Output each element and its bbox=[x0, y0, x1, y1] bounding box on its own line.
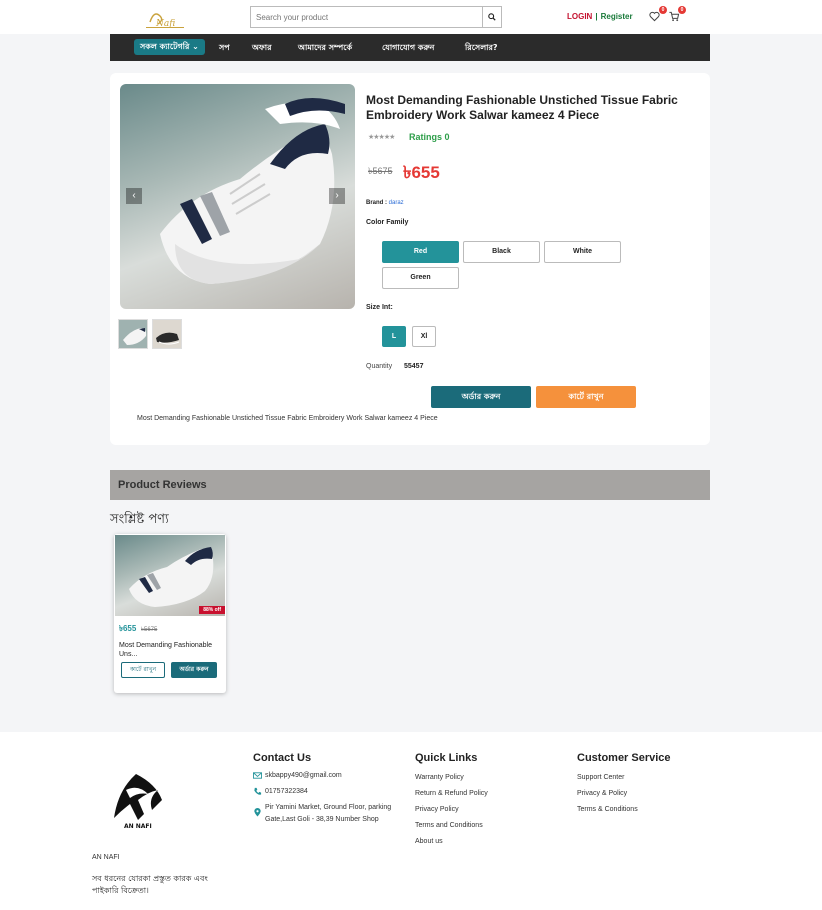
footer-link-warranty[interactable]: Warranty Policy bbox=[415, 770, 565, 786]
cart-button[interactable]: 0 bbox=[668, 6, 686, 23]
product-description: Most Demanding Fashionable Unstiched Tis… bbox=[137, 415, 438, 422]
nav-item-contact[interactable]: যোগাযোগ করুন bbox=[382, 42, 434, 55]
color-option-black[interactable]: Black bbox=[463, 241, 540, 263]
sneaker-image bbox=[160, 98, 345, 284]
contact-column: Contact Us skbappy490@gmail.com 01757322… bbox=[253, 752, 403, 830]
svg-text:AN NAFI: AN NAFI bbox=[124, 823, 152, 830]
brand-label: Brand : bbox=[366, 200, 387, 206]
search-icon bbox=[488, 13, 496, 21]
original-price: ৳5675 bbox=[368, 166, 393, 176]
size-option-xl[interactable]: Xl bbox=[412, 326, 436, 347]
image-prev-button[interactable]: ‹ bbox=[126, 188, 142, 204]
register-link[interactable]: Register bbox=[601, 12, 633, 21]
footer-brand-name: AN NAFI bbox=[92, 854, 120, 861]
product-title: Most Demanding Fashionable Unstiched Tis… bbox=[366, 93, 678, 122]
nav-item-about[interactable]: আমাদের সম্পর্কে bbox=[298, 42, 352, 55]
related-products-heading: সংশ্লিষ্ট পণ্য bbox=[110, 512, 169, 527]
related-sale-price: ৳655 bbox=[119, 624, 137, 633]
color-family-label: Color Family bbox=[366, 219, 409, 226]
wishlist-count-badge: 0 bbox=[659, 6, 667, 14]
brand-link[interactable]: daraz bbox=[389, 200, 404, 206]
rating-stars-icon: ★★★★★ bbox=[368, 134, 395, 141]
footer-link-privacy-policy[interactable]: Privacy & Policy bbox=[577, 786, 727, 802]
product-reviews-section: Product Reviews bbox=[110, 470, 710, 500]
footer-link-terms-conditions[interactable]: Terms & Conditions bbox=[577, 802, 727, 818]
chevron-left-icon: ‹ bbox=[132, 190, 136, 201]
contact-phone-text: 01757322384 bbox=[265, 788, 308, 795]
ratings-count: Ratings 0 bbox=[409, 132, 450, 142]
size-label: Size Int: bbox=[366, 304, 393, 311]
quantity-value: 55457 bbox=[404, 363, 424, 370]
sneaker-image bbox=[129, 547, 214, 607]
main-navigation: সকল ক্যাটেগরি ⌄ সপ অফার আমাদের সম্পর্কে … bbox=[110, 34, 710, 61]
product-main-image: ‹ › bbox=[120, 84, 355, 309]
related-order-button[interactable]: অর্ডার করুন bbox=[171, 662, 217, 678]
wishlist-button[interactable]: 0 bbox=[649, 6, 667, 23]
heart-icon bbox=[649, 11, 660, 22]
footer-link-privacy[interactable]: Privacy Policy bbox=[415, 802, 565, 818]
search-bar bbox=[250, 6, 502, 28]
nav-item-shop[interactable]: সপ bbox=[219, 42, 230, 55]
related-product-card[interactable]: 88% off ৳655 ৳5675 Most Demanding Fashio… bbox=[114, 534, 226, 693]
quantity-label: Quantity bbox=[366, 363, 393, 370]
customer-service-heading: Customer Service bbox=[577, 752, 671, 764]
color-option-green[interactable]: Green bbox=[382, 267, 459, 289]
phone-icon bbox=[254, 787, 262, 795]
nav-item-reseller[interactable]: রিসেলার? bbox=[465, 42, 498, 55]
related-product-name[interactable]: Most Demanding Fashionable Uns... bbox=[119, 641, 219, 659]
site-logo[interactable]: Nafi bbox=[140, 6, 190, 30]
discount-badge: 88% off bbox=[199, 606, 225, 614]
contact-email-text: skbappy490@gmail.com bbox=[265, 772, 342, 779]
site-footer: AN NAFI AN NAFI সব ধরনের যোরকা প্রস্তুত … bbox=[0, 732, 822, 910]
customer-service-column: Customer Service Support Center Privacy … bbox=[577, 752, 727, 818]
contact-heading: Contact Us bbox=[253, 752, 312, 764]
all-categories-label: সকল ক্যাটেগরি bbox=[140, 42, 190, 51]
quick-links-column: Quick Links Warranty Policy Return & Ref… bbox=[415, 752, 565, 850]
login-link[interactable]: LOGIN bbox=[567, 12, 592, 21]
map-pin-icon bbox=[254, 808, 261, 817]
auth-links: LOGIN | Register bbox=[567, 12, 633, 21]
color-option-white[interactable]: White bbox=[544, 241, 621, 263]
order-now-button[interactable]: অর্ডার করুন bbox=[431, 386, 531, 408]
footer-link-return-refund[interactable]: Return & Refund Policy bbox=[415, 786, 565, 802]
sneaker-thumbnail-dark bbox=[153, 320, 181, 348]
chevron-right-icon: › bbox=[335, 190, 339, 201]
cart-count-badge: 0 bbox=[678, 6, 686, 14]
contact-email[interactable]: skbappy490@gmail.com bbox=[253, 770, 403, 782]
envelope-icon bbox=[253, 772, 262, 779]
sale-price: ৳655 bbox=[403, 163, 440, 182]
sneaker-thumbnail bbox=[119, 320, 147, 348]
related-product-image[interactable]: 88% off bbox=[115, 535, 225, 616]
size-option-l[interactable]: L bbox=[382, 326, 406, 347]
footer-tagline: সব ধরনের যোরকা প্রস্তুত কারক এবং পাইকারি… bbox=[92, 874, 208, 895]
all-categories-button[interactable]: সকল ক্যাটেগরি ⌄ bbox=[134, 39, 205, 55]
search-button[interactable] bbox=[482, 6, 502, 28]
contact-address: Pir Yamini Market, Ground Floor, parking… bbox=[253, 802, 403, 826]
product-thumbnail-1[interactable] bbox=[118, 319, 148, 349]
quick-links-heading: Quick Links bbox=[415, 752, 478, 764]
contact-phone[interactable]: 01757322384 bbox=[253, 786, 403, 798]
add-to-cart-button[interactable]: কার্টে রাখুন bbox=[536, 386, 636, 408]
product-details-card: ‹ › Most Demanding Fashionable Unstiched… bbox=[110, 73, 710, 445]
footer-link-terms[interactable]: Terms and Conditions bbox=[415, 818, 565, 834]
chevron-down-icon: ⌄ bbox=[192, 42, 199, 51]
contact-address-text: Pir Yamini Market, Ground Floor, parking… bbox=[265, 804, 392, 823]
product-thumbnail-2[interactable] bbox=[152, 319, 182, 349]
reviews-heading: Product Reviews bbox=[118, 479, 207, 491]
footer-logo: AN NAFI bbox=[114, 774, 162, 830]
brand-info: Brand : daraz bbox=[366, 200, 404, 206]
related-original-price: ৳5675 bbox=[141, 627, 158, 633]
footer-link-about[interactable]: About us bbox=[415, 834, 565, 850]
image-next-button[interactable]: › bbox=[329, 188, 345, 204]
color-option-red[interactable]: Red bbox=[382, 241, 459, 263]
footer-link-support[interactable]: Support Center bbox=[577, 770, 727, 786]
auth-separator: | bbox=[595, 12, 598, 21]
nav-item-offer[interactable]: অফার bbox=[252, 42, 272, 55]
top-header: Nafi LOGIN|Register 0 0 bbox=[0, 0, 822, 34]
search-input[interactable] bbox=[250, 6, 482, 28]
related-add-to-cart-button[interactable]: কার্টে রাখুন bbox=[121, 662, 165, 678]
